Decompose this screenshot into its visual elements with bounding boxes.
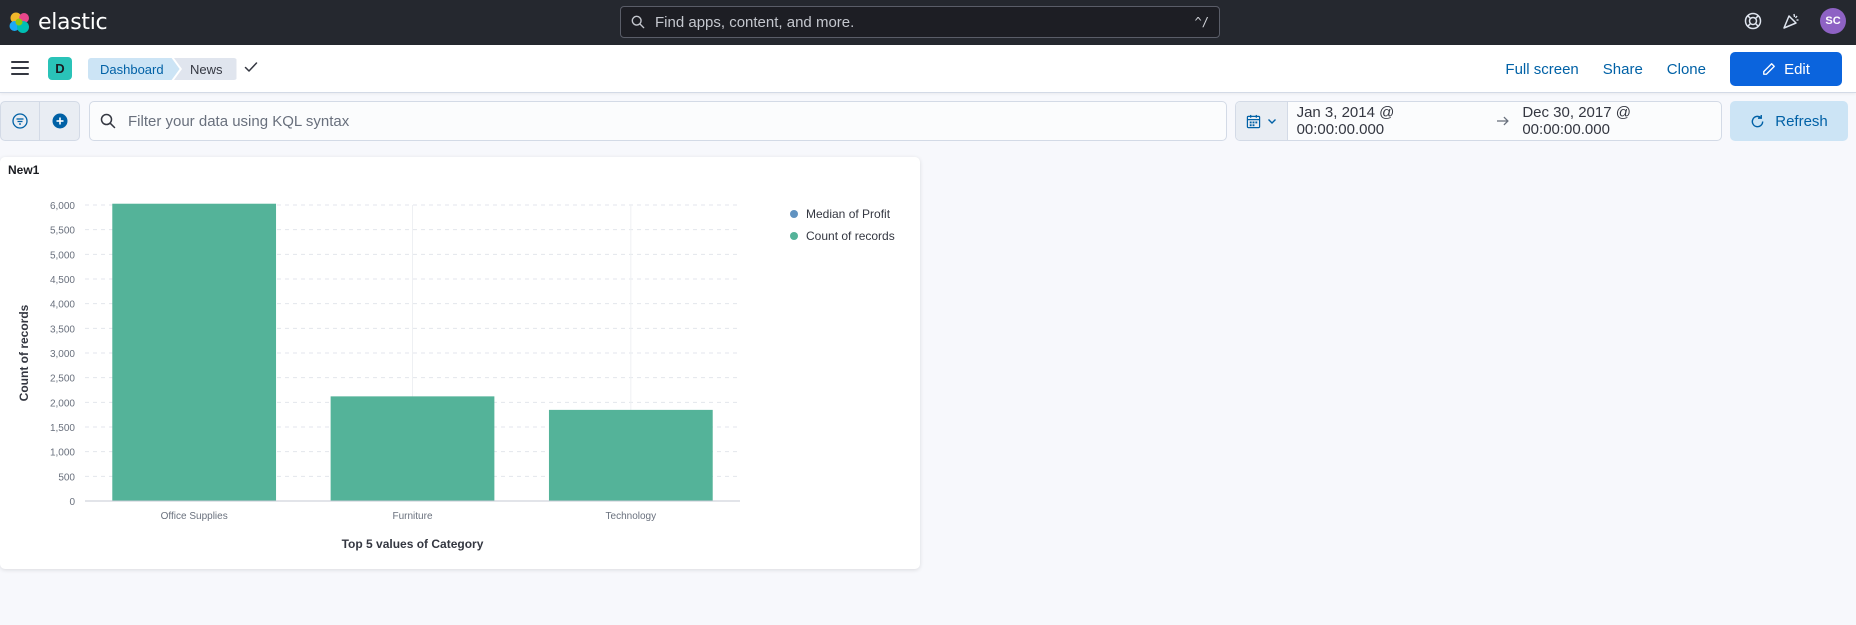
y-tick-label: 1,500 xyxy=(50,423,75,434)
breadcrumb-dashboard[interactable]: Dashboard xyxy=(88,58,180,80)
refresh-label: Refresh xyxy=(1775,112,1828,130)
elastic-logo-icon xyxy=(9,12,29,33)
legend-label: Median of Profit xyxy=(806,207,891,221)
legend-swatch xyxy=(790,232,798,240)
plus-icon xyxy=(52,113,67,129)
kql-placeholder: Filter your data using KQL syntax xyxy=(128,112,350,130)
elastic-logo[interactable]: elastic xyxy=(8,10,108,35)
search-icon xyxy=(631,15,645,29)
full-screen-button[interactable]: Full screen xyxy=(1505,61,1578,78)
space-avatar[interactable]: D xyxy=(48,57,72,80)
arrow-right-icon xyxy=(1497,116,1510,126)
chevron-down-icon xyxy=(1267,119,1276,124)
global-search-input[interactable]: Find apps, content, and more. ^/ xyxy=(620,6,1220,38)
help-icon[interactable] xyxy=(1744,12,1762,30)
x-tick-label: Technology xyxy=(606,511,657,522)
clone-button[interactable]: Clone xyxy=(1667,61,1706,78)
whats-new-icon[interactable] xyxy=(1782,12,1800,30)
filter-icon xyxy=(12,113,28,129)
y-tick-label: 2,000 xyxy=(50,398,75,409)
bar-chart: 0 500 1,000 1,500 2,000 2,500 3,000 3,500 4,000 4… xyxy=(17,201,740,551)
pencil-icon xyxy=(1763,63,1775,75)
search-icon xyxy=(100,113,116,129)
legend-item[interactable]: Median of Profit xyxy=(790,203,895,225)
y-tick-label: 3,500 xyxy=(50,324,75,335)
menu-icon[interactable] xyxy=(11,61,29,75)
edit-button[interactable]: Edit xyxy=(1730,52,1842,86)
dashboard-navbar: D Dashboard News Full screen Share Clone… xyxy=(0,45,1856,93)
date-picker: Jan 3, 2014 @ 00:00:00.000 Dec 30, 2017 … xyxy=(1235,101,1722,141)
search-placeholder: Find apps, content, and more. xyxy=(655,13,855,31)
user-avatar[interactable]: SC xyxy=(1820,8,1846,34)
refresh-icon xyxy=(1751,114,1764,127)
legend-item[interactable]: Count of records xyxy=(790,225,895,247)
top-header: elastic Find apps, content, and more. ^/… xyxy=(0,0,1856,45)
end-date[interactable]: Dec 30, 2017 @ 00:00:00.000 xyxy=(1522,104,1721,138)
calendar-icon xyxy=(1246,114,1260,128)
chart-legend: Median of Profit Count of records xyxy=(790,203,895,247)
start-date[interactable]: Jan 3, 2014 @ 00:00:00.000 xyxy=(1297,104,1485,138)
bar xyxy=(112,203,277,501)
y-axis-title: Count of records xyxy=(17,304,31,401)
search-shortcut: ^/ xyxy=(1194,15,1209,29)
x-tick-label: Furniture xyxy=(392,511,432,522)
filter-menu-button[interactable] xyxy=(1,102,41,140)
visualization-panel[interactable]: New1 0 500 1,000 1,500 2,000 2,500 3,000 3,500 4… xyxy=(0,157,920,569)
bar xyxy=(548,409,713,501)
y-tick-label: 4,000 xyxy=(50,300,75,311)
breadcrumb-current: News xyxy=(174,58,237,80)
add-filter-button[interactable] xyxy=(40,102,79,140)
y-tick-label: 0 xyxy=(69,497,75,508)
y-tick-label: 1,000 xyxy=(50,448,75,459)
y-tick-label: 3,000 xyxy=(50,349,75,360)
bar xyxy=(330,396,495,501)
x-tick-label: Office Supplies xyxy=(161,511,228,522)
y-tick-label: 5,500 xyxy=(50,226,75,237)
edit-button-label: Edit xyxy=(1784,60,1810,78)
y-tick-label: 4,500 xyxy=(50,275,75,286)
query-bar: Filter your data using KQL syntax Jan 3,… xyxy=(0,101,1856,143)
share-button[interactable]: Share xyxy=(1603,61,1643,78)
y-tick-label: 6,000 xyxy=(50,201,75,212)
brand-name: elastic xyxy=(38,10,108,35)
y-tick-label: 5,000 xyxy=(50,250,75,261)
legend-swatch xyxy=(790,210,798,218)
kql-search-input[interactable]: Filter your data using KQL syntax xyxy=(89,101,1227,141)
y-tick-label: 500 xyxy=(58,472,75,483)
quick-select-button[interactable] xyxy=(1236,102,1288,140)
y-tick-label: 2,500 xyxy=(50,374,75,385)
filter-controls xyxy=(0,101,80,141)
refresh-button[interactable]: Refresh xyxy=(1730,101,1848,141)
x-axis-title: Top 5 values of Category xyxy=(342,537,484,551)
check-icon xyxy=(244,62,258,72)
legend-label: Count of records xyxy=(806,229,895,243)
